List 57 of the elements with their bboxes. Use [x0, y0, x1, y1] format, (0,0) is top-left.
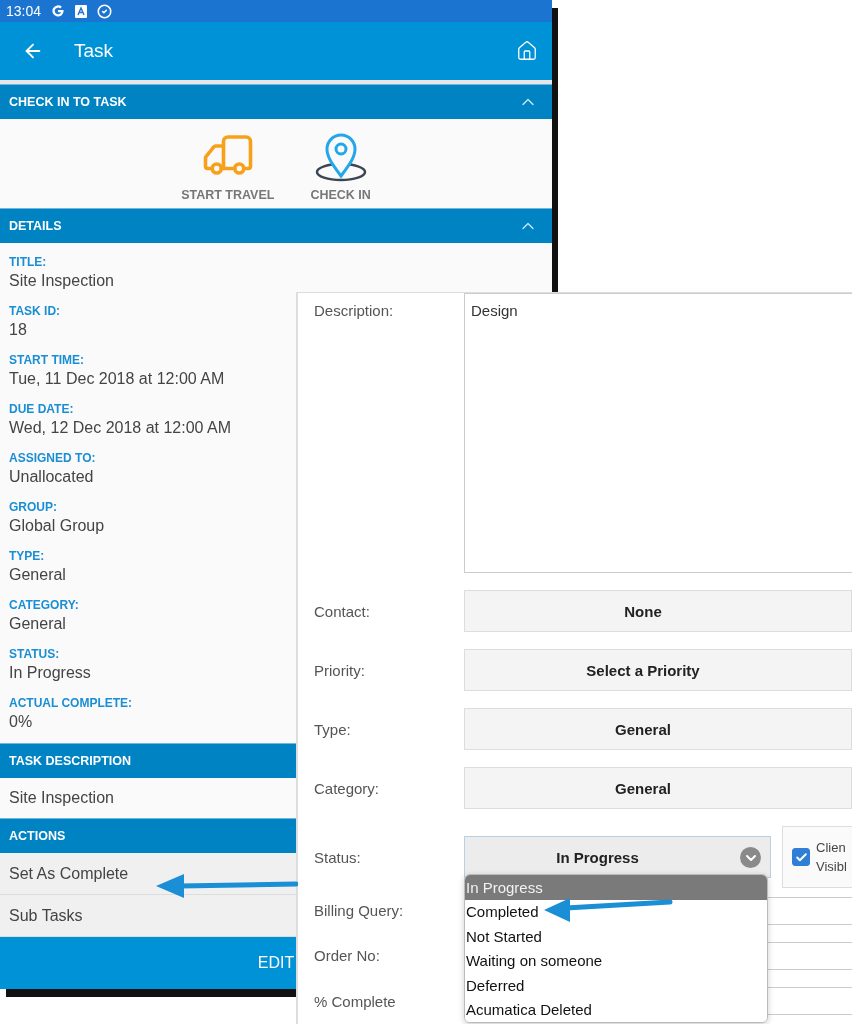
field-value: 18: [9, 321, 27, 339]
check-circle-icon: [97, 3, 113, 19]
field-label: ASSIGNED TO:: [9, 451, 96, 465]
field-value: Wed, 12 Dec 2018 at 12:00 AM: [9, 419, 232, 437]
section-header[interactable]: CHECK IN TO TASK: [0, 84, 552, 119]
field-value: In Progress: [9, 664, 91, 682]
section-title: TASK DESCRIPTION: [9, 754, 131, 768]
g-logo-icon: [51, 4, 66, 18]
section-title: DETAILS: [9, 219, 62, 233]
screen-title: Task: [74, 40, 115, 62]
section-header[interactable]: DETAILS: [0, 208, 552, 243]
location-pin-icon: [314, 132, 367, 182]
select-field[interactable]: General: [464, 767, 852, 809]
dropdown-option[interactable]: Waiting on someone: [465, 948, 767, 973]
field-label: GROUP:: [9, 500, 57, 514]
select-field[interactable]: Select a Priority: [464, 649, 852, 691]
form-label: Type:: [314, 720, 352, 738]
field-label: ACTUAL COMPLETE:: [9, 696, 133, 710]
dropdown-option[interactable]: Deferred: [465, 973, 767, 998]
field-value: General: [9, 566, 66, 584]
field-value: Global Group: [9, 517, 105, 535]
description-field[interactable]: Design: [464, 293, 852, 573]
field-value: Tue, 11 Dec 2018 at 12:00 AM: [9, 370, 225, 388]
checkbox-label: Clien Visibl: [816, 839, 847, 876]
check-icon: [794, 850, 808, 864]
form-label: Priority:: [314, 661, 366, 679]
status-time: 13:04: [6, 3, 42, 19]
field-label: START TIME:: [9, 353, 85, 367]
dropdown-option[interactable]: In Progress: [465, 875, 767, 900]
dropdown-option[interactable]: Acumatica Deleted: [465, 997, 767, 1022]
section-title: CHECK IN TO TASK: [9, 95, 127, 109]
dropdown-option[interactable]: Not Started: [465, 924, 767, 949]
form-label: Category:: [314, 779, 381, 797]
form-label: Order No:: [314, 947, 381, 965]
field-value: 0%: [9, 713, 33, 731]
status-select[interactable]: In Progress: [464, 836, 771, 878]
field-label: STATUS:: [9, 647, 60, 661]
field-value: Unallocated: [9, 468, 94, 486]
font-box-icon: [75, 4, 88, 18]
field-value: Site Inspection: [9, 272, 114, 290]
start-travel-button[interactable]: START TRAVEL: [181, 128, 275, 202]
field-label: TITLE:: [9, 255, 47, 269]
form-label: Billing Query:: [314, 902, 405, 920]
select-field[interactable]: General: [464, 708, 852, 750]
field-label: TASK ID:: [9, 304, 61, 318]
field-value: General: [9, 615, 66, 633]
home-icon[interactable]: [516, 40, 538, 62]
form-label: Description:: [314, 302, 395, 319]
check-in-button[interactable]: CHECK IN: [310, 132, 371, 202]
checkbox[interactable]: [792, 848, 810, 866]
section-title: ACTIONS: [9, 829, 66, 843]
form-label: % Complete: [314, 992, 397, 1010]
field-label: CATEGORY:: [9, 598, 79, 612]
field-label: DUE DATE:: [9, 402, 74, 416]
select-field[interactable]: None: [464, 590, 852, 632]
form-label: Contact:: [314, 602, 371, 620]
field-label: TYPE:: [9, 549, 45, 563]
